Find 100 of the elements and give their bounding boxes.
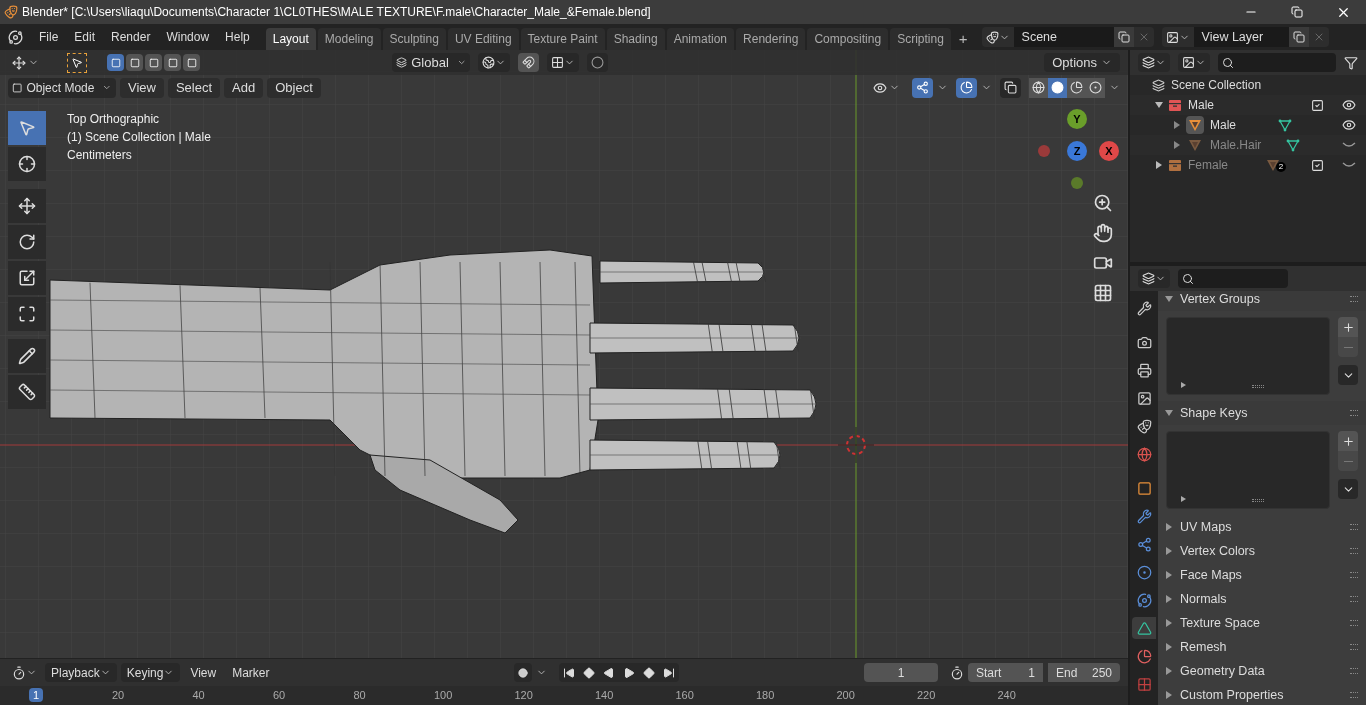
workspace-tab[interactable]: Modeling	[317, 28, 381, 50]
gizmo-toggle[interactable]	[912, 77, 933, 98]
new-view-layer-button[interactable]	[1288, 27, 1309, 47]
zoom-icon[interactable]	[1093, 193, 1113, 213]
scene-field[interactable]: Scene	[1013, 27, 1114, 47]
menu-item[interactable]: Help	[217, 28, 258, 46]
workspace-tab[interactable]: Compositing	[807, 28, 889, 50]
workspace-tab[interactable]: Animation	[666, 28, 735, 50]
start-frame-field[interactable]: Start 1	[968, 663, 1043, 682]
expand-triangle[interactable]	[1181, 496, 1186, 502]
workspace-tab[interactable]: Texture Paint	[520, 28, 605, 50]
tool-button[interactable]	[8, 261, 46, 295]
outliner-item[interactable]: Male	[1188, 96, 1214, 114]
panel-header[interactable]: Vertex Colors	[1158, 539, 1366, 563]
eye-icon[interactable]	[1342, 98, 1356, 112]
tool-button[interactable]	[8, 147, 46, 181]
proportional-edit-toggle[interactable]	[587, 53, 609, 72]
eye-icon[interactable]	[1342, 118, 1356, 132]
selection-mode-button[interactable]	[126, 54, 143, 71]
options-dropdown[interactable]: Options	[1044, 53, 1120, 72]
filter-icon[interactable]	[1344, 55, 1358, 70]
timeline-menu[interactable]: Playback	[45, 663, 117, 682]
viewport-menu[interactable]: Add	[224, 77, 264, 98]
workspace-tab[interactable]: Layout	[265, 28, 316, 50]
editor-type-button[interactable]	[1138, 269, 1170, 288]
outliner-item[interactable]: Female	[1188, 156, 1228, 174]
expand-triangle[interactable]	[1181, 382, 1186, 388]
overlay-toggle[interactable]	[956, 77, 977, 98]
tool-button[interactable]	[8, 339, 46, 373]
tool-button[interactable]	[8, 225, 46, 259]
end-frame-field[interactable]: End 250	[1048, 663, 1120, 682]
new-scene-button[interactable]	[1113, 27, 1134, 47]
add-button[interactable]	[1338, 431, 1358, 451]
viewport-menu[interactable]: View	[120, 77, 164, 98]
workspace-tab[interactable]: UV Editing	[447, 28, 519, 50]
timeline-menu[interactable]: View	[184, 663, 223, 682]
selection-mode-button[interactable]	[183, 54, 200, 71]
disclosure-triangle[interactable]	[1155, 102, 1163, 108]
snap-target-dropdown[interactable]	[547, 53, 580, 72]
properties-tab[interactable]	[1132, 617, 1156, 639]
resize-handle[interactable]	[1252, 499, 1264, 502]
workspace-tab[interactable]: Scripting	[890, 28, 951, 50]
material-icon	[1136, 648, 1152, 664]
xray-toggle[interactable]	[1000, 77, 1021, 98]
scene-icon	[1136, 418, 1152, 434]
view-layer-field[interactable]: View Layer	[1193, 27, 1289, 47]
search-field[interactable]	[1218, 53, 1336, 72]
mode-dropdown[interactable]: Object Mode	[8, 77, 116, 98]
view-layer-selector-button[interactable]	[1161, 27, 1194, 47]
hidden-eye-icon[interactable]	[1342, 161, 1356, 169]
selection-mode-button[interactable]	[164, 54, 181, 71]
menu-item[interactable]: Edit	[66, 28, 104, 46]
hidden-eye-icon[interactable]	[1342, 141, 1356, 149]
orientation-dropdown[interactable]: Global	[392, 53, 471, 72]
checkbox[interactable]	[1311, 158, 1324, 172]
current-frame-field[interactable]: 1	[864, 663, 938, 682]
workspace-tab[interactable]: Sculpting	[382, 28, 446, 50]
menu-item[interactable]: Render	[103, 28, 159, 46]
rotate-icon	[18, 233, 36, 251]
menu-item[interactable]: File	[31, 28, 67, 46]
auto-keying-toggle[interactable]	[513, 663, 532, 682]
timeline-menu[interactable]: Keying	[120, 663, 181, 682]
disclosure-triangle[interactable]	[1174, 121, 1180, 129]
panel-header[interactable]: Remesh	[1158, 635, 1366, 659]
hand-icon[interactable]	[1093, 223, 1113, 243]
add-workspace-button[interactable]: +	[952, 28, 974, 50]
filter-dropdown[interactable]	[1178, 53, 1210, 72]
panel-header[interactable]: Texture Space	[1158, 611, 1366, 635]
panel-header[interactable]: UV Maps	[1158, 515, 1366, 539]
add-button[interactable]	[1338, 317, 1358, 337]
panel-header[interactable]: Normals	[1158, 587, 1366, 611]
outliner-item[interactable]: Male.Hair	[1210, 136, 1280, 154]
outliner-item[interactable]: Scene Collection	[1171, 76, 1262, 94]
resize-handle[interactable]	[1252, 385, 1264, 388]
workspace-tab[interactable]: Shading	[606, 28, 665, 50]
pivot-dropdown[interactable]	[478, 53, 511, 72]
selection-mode-button[interactable]	[107, 54, 124, 71]
menu-item[interactable]: Window	[158, 28, 218, 46]
specials-dropdown[interactable]	[1338, 479, 1358, 499]
timeline-menu[interactable]: Marker	[226, 663, 276, 682]
viewport-menu[interactable]: Object	[267, 77, 321, 98]
tool-button[interactable]	[8, 375, 46, 409]
specials-dropdown[interactable]	[1338, 365, 1358, 385]
workspace-tab[interactable]: Rendering	[736, 28, 806, 50]
display-mode-dropdown[interactable]	[1138, 53, 1170, 72]
selection-mode-button[interactable]	[145, 54, 162, 71]
disclosure-triangle[interactable]	[1156, 161, 1162, 169]
grid-icon[interactable]	[1093, 283, 1113, 303]
tool-button[interactable]	[8, 297, 46, 331]
outliner-item[interactable]: Male	[1210, 116, 1272, 134]
panel-header[interactable]: Face Maps	[1158, 563, 1366, 587]
disclosure-triangle[interactable]	[1174, 141, 1180, 149]
panel-header[interactable]: Geometry Data	[1158, 659, 1366, 683]
snap-toggle[interactable]	[518, 53, 540, 72]
search-field[interactable]	[1178, 269, 1288, 288]
checkbox[interactable]	[1311, 98, 1324, 112]
tweak-tool-button[interactable]	[67, 52, 87, 73]
panel-header[interactable]: Custom Properties	[1158, 683, 1366, 705]
tool-button[interactable]	[8, 189, 46, 223]
scene-selector-button[interactable]	[981, 27, 1014, 47]
